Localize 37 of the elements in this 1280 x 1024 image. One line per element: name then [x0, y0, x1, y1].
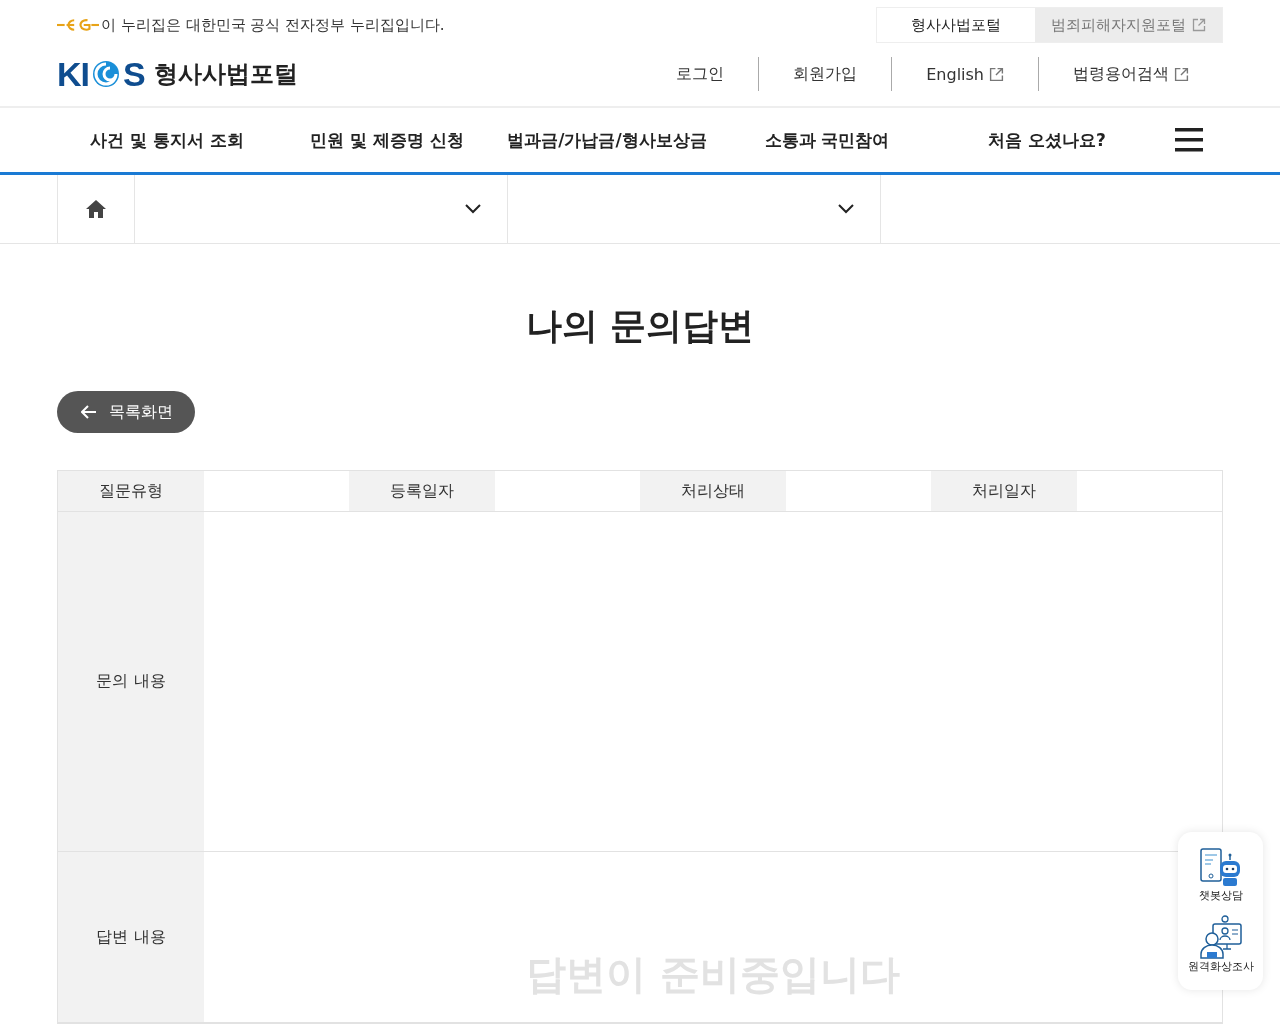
table-header-cell: 문의 내용	[58, 512, 204, 851]
chevron-down-icon	[838, 204, 854, 214]
site-title: 형사사법포털	[153, 59, 298, 90]
table-header-cell: 처리일자	[931, 471, 1077, 511]
external-link-icon	[1174, 66, 1189, 82]
logo-letters: S	[123, 54, 145, 94]
chevron-down-icon	[465, 204, 481, 214]
header-link[interactable]: 회원가입	[759, 63, 892, 85]
back-to-list-button[interactable]: 목록화면	[57, 391, 195, 433]
header-link[interactable]: English	[892, 64, 1038, 84]
home-icon	[86, 200, 106, 218]
nav-menu-item[interactable]: 소통과 국민참여	[717, 128, 937, 152]
home-button[interactable]	[57, 175, 135, 243]
quick-menu-item[interactable]: 챗봇상담	[1198, 848, 1243, 903]
government-notice: 이 누리집은 대한민국 공식 전자정부 누리집입니다.	[101, 15, 445, 35]
header-link[interactable]: 로그인	[642, 63, 759, 85]
page-title: 나의 문의답변	[524, 304, 756, 348]
header-link[interactable]: 법령용어검색	[1039, 63, 1223, 85]
external-link-icon	[1192, 18, 1206, 32]
nav-menu-item[interactable]: 민원 및 제증명 신청	[277, 128, 497, 152]
government-emblem-icon	[57, 17, 99, 33]
nav-menu-item[interactable]: 사건 및 통지서 조회	[57, 128, 277, 152]
portal-tab[interactable]: 범죄피해자지원포털	[1035, 8, 1222, 42]
swirl-logo-icon	[91, 59, 121, 89]
table-header-cell: 답변 내용	[58, 852, 204, 1022]
table-header-cell: 처리상태	[640, 471, 786, 511]
external-link-icon	[989, 66, 1004, 82]
menu-icon[interactable]	[1175, 128, 1203, 152]
chatbot-robot-icon	[1198, 848, 1243, 888]
logo-letters: KI	[57, 54, 89, 94]
nav-menu-item[interactable]: 벌과금/가납금/형사보상금	[497, 128, 717, 152]
quick-menu-item[interactable]: 원격화상조사	[1187, 915, 1254, 974]
table-header-cell: 질문유형	[58, 471, 204, 511]
arrow-left-icon	[81, 405, 97, 419]
nav-menu-item[interactable]: 처음 오셨나요?	[937, 128, 1157, 152]
table-header-cell: 등록일자	[349, 471, 495, 511]
video-call-icon	[1198, 915, 1243, 959]
